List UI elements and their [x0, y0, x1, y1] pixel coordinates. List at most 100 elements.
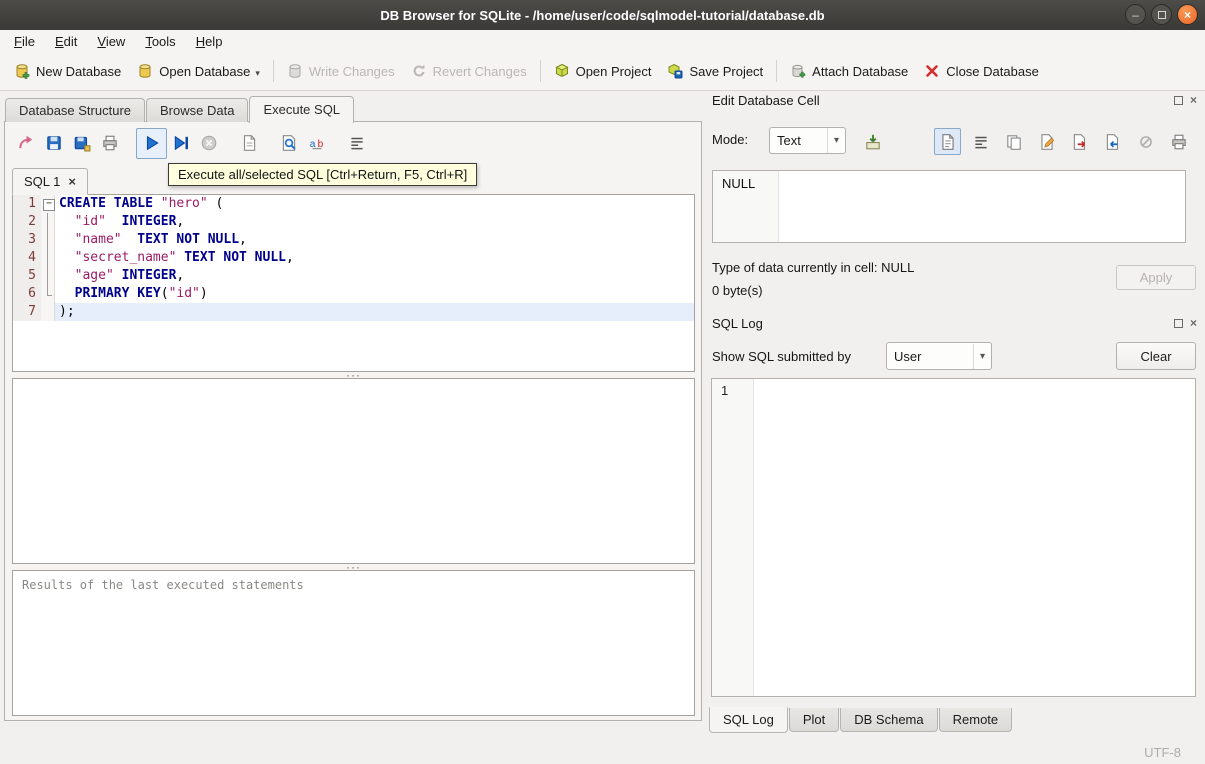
- word-wrap-icon: [972, 133, 990, 151]
- sql-log-filter-combo[interactable]: User ▾: [886, 342, 992, 370]
- save-sql-file-as-button[interactable]: [68, 129, 96, 157]
- sql-code-editor[interactable]: 1CREATE TABLE "hero" (2 "id" INTEGER,3 "…: [12, 194, 695, 372]
- menu-file[interactable]: File: [4, 32, 45, 51]
- code-line[interactable]: 6 PRIMARY KEY("id"): [13, 285, 694, 303]
- code-line[interactable]: 1 CREATE TABLE "hero" (: [13, 195, 694, 213]
- menu-help[interactable]: Help: [186, 32, 233, 51]
- export-results-icon: [240, 134, 258, 152]
- maximize-button[interactable]: [1151, 4, 1172, 25]
- minimize-button[interactable]: –: [1125, 4, 1146, 25]
- print-cell-button[interactable]: [1165, 128, 1192, 155]
- float-dock-icon[interactable]: [1173, 95, 1183, 105]
- code-lines: 1CREATE TABLE "hero" (2 "id" INTEGER,3 "…: [13, 195, 694, 321]
- database-close-icon: [924, 63, 940, 79]
- write-changes-button[interactable]: Write Changes: [279, 57, 403, 85]
- results-grid-pane[interactable]: [12, 378, 695, 564]
- clear-log-button[interactable]: Clear: [1116, 342, 1196, 370]
- stop-execution-button[interactable]: [195, 129, 223, 157]
- find-icon: [280, 134, 298, 152]
- close-tab-icon[interactable]: ×: [68, 174, 76, 189]
- import-from-file-button[interactable]: [859, 128, 886, 155]
- line-number: 2: [13, 213, 41, 231]
- menu-edit[interactable]: Edit: [45, 32, 87, 51]
- dock-tab-remote[interactable]: Remote: [938, 708, 1013, 732]
- export-cell-button[interactable]: [1066, 128, 1093, 155]
- open-sql-file-button[interactable]: [12, 129, 40, 157]
- execute-all-button[interactable]: [136, 127, 167, 159]
- mode-combo[interactable]: Text ▾: [769, 127, 846, 154]
- import-cell-button[interactable]: [1099, 128, 1126, 155]
- attach-database-button[interactable]: Attach Database: [782, 57, 916, 85]
- revert-changes-button[interactable]: Revert Changes: [403, 57, 535, 85]
- tab-execute-sql[interactable]: Execute SQL: [249, 96, 355, 123]
- dock-tab-plot[interactable]: Plot: [788, 708, 840, 732]
- copy-icon: [1005, 133, 1023, 151]
- fold-marker-icon[interactable]: [41, 195, 55, 213]
- new-database-button[interactable]: New Database: [6, 57, 129, 85]
- sql-log-area[interactable]: 1: [711, 378, 1196, 697]
- close-dock-icon[interactable]: ×: [1190, 94, 1197, 106]
- dock-tab-sql-log[interactable]: SQL Log: [709, 707, 788, 733]
- code-text: );: [55, 303, 694, 321]
- open-project-button[interactable]: Open Project: [546, 57, 660, 85]
- fold-margin: [41, 231, 55, 249]
- save-sql-file-button[interactable]: [40, 129, 68, 157]
- fold-margin: [41, 213, 55, 231]
- database-new-icon: [14, 63, 30, 79]
- open-database-button[interactable]: Open Database ▾: [129, 57, 268, 85]
- stop-icon: [200, 134, 218, 152]
- titlebar[interactable]: DB Browser for SQLite - /home/user/code/…: [0, 0, 1205, 30]
- word-wrap-button[interactable]: [967, 128, 994, 155]
- minimize-icon: –: [1132, 7, 1139, 22]
- execute-current-line-button[interactable]: [167, 129, 195, 157]
- line-number: 7: [13, 303, 41, 321]
- cell-editor-body[interactable]: [779, 171, 1185, 242]
- attach-database-label: Attach Database: [812, 63, 909, 79]
- code-line[interactable]: 5 "age" INTEGER,: [13, 267, 694, 285]
- copy-button[interactable]: [1000, 128, 1027, 155]
- project-open-icon: [554, 63, 570, 79]
- tooltip: Execute all/selected SQL [Ctrl+Return, F…: [168, 163, 478, 186]
- tab-database-structure[interactable]: Database Structure: [5, 98, 146, 122]
- close-window-button[interactable]: ×: [1177, 4, 1198, 25]
- sql-editor-tab[interactable]: SQL 1 ×: [12, 168, 88, 195]
- menu-tools[interactable]: Tools: [135, 32, 185, 51]
- cell-type-info: Type of data currently in cell: NULL: [712, 260, 915, 275]
- project-save-icon: [667, 63, 683, 79]
- save-project-button[interactable]: Save Project: [659, 57, 771, 85]
- null-icon: [1137, 133, 1155, 151]
- menu-view[interactable]: View: [87, 32, 135, 51]
- cell-value-editor[interactable]: NULL: [712, 170, 1186, 243]
- code-line[interactable]: 4 "secret_name" TEXT NOT NULL,: [13, 249, 694, 267]
- code-text: PRIMARY KEY("id"): [74, 286, 208, 301]
- tooltip-text: Execute all/selected SQL [Ctrl+Return, F…: [178, 167, 468, 182]
- wrap-lines-button[interactable]: [343, 129, 371, 157]
- export-results-button[interactable]: [235, 129, 263, 157]
- set-null-button[interactable]: [1132, 128, 1159, 155]
- print-sql-button[interactable]: [96, 129, 124, 157]
- code-line[interactable]: 7);: [13, 303, 694, 321]
- fold-margin: [41, 249, 55, 267]
- cell-value: NULL: [722, 176, 756, 191]
- text-mode-button[interactable]: [934, 128, 961, 155]
- results-message-pane[interactable]: Results of the last executed statements: [12, 570, 695, 716]
- code-line[interactable]: 3 "name" TEXT NOT NULL,: [13, 231, 694, 249]
- apply-button[interactable]: Apply: [1116, 265, 1196, 290]
- close-dock-icon[interactable]: ×: [1190, 317, 1197, 329]
- code-text: "id" INTEGER,: [74, 214, 185, 229]
- sql-editor-toolbar: ab: [12, 127, 371, 159]
- close-database-button[interactable]: Close Database: [916, 57, 1047, 85]
- open-project-label: Open Project: [575, 63, 652, 79]
- line-number: 5: [13, 267, 41, 285]
- encoding-indicator[interactable]: UTF-8: [1144, 745, 1181, 760]
- code-line[interactable]: 2 "id" INTEGER,: [13, 213, 694, 231]
- replace-button[interactable]: ab: [303, 129, 331, 157]
- dock-tab-db-schema[interactable]: DB Schema: [840, 708, 938, 732]
- cell-size-info: 0 byte(s): [712, 283, 763, 298]
- find-button[interactable]: [275, 129, 303, 157]
- edit-cell-button[interactable]: [1033, 128, 1060, 155]
- tab-browse-data[interactable]: Browse Data: [146, 98, 249, 122]
- revert-changes-label: Revert Changes: [432, 63, 527, 79]
- sql-log-dock-title: SQL Log: [712, 316, 763, 331]
- float-dock-icon[interactable]: [1173, 318, 1183, 328]
